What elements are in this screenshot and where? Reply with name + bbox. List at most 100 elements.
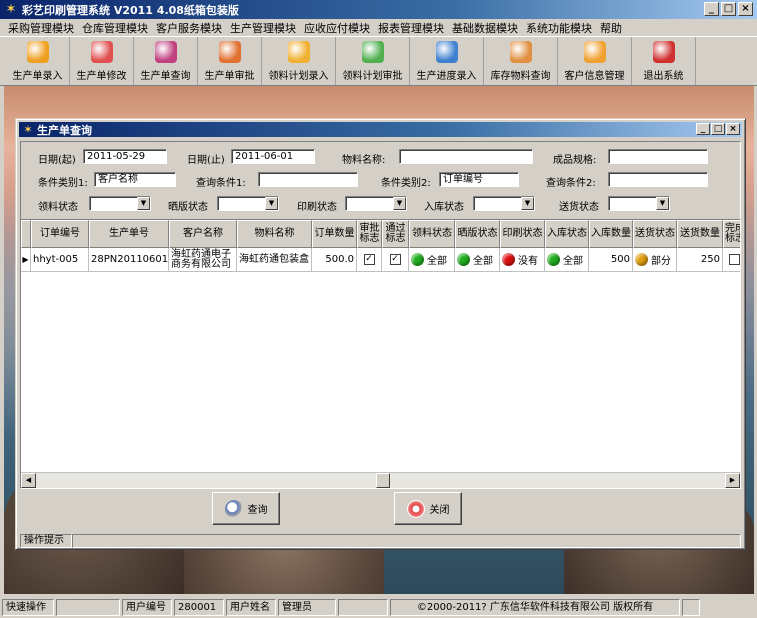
column-header[interactable]: 物料名称	[237, 220, 312, 248]
menu-reports[interactable]: 报表管理模块	[374, 20, 448, 36]
column-header[interactable]: 晒版状态	[455, 220, 500, 248]
table-cell[interactable]: 500	[589, 248, 633, 272]
menu-bar: 采购管理模块 仓库管理模块 客户服务模块 生产管理模块 应收应付模块 报表管理模…	[0, 19, 757, 36]
scroll-right-icon[interactable]: ▶	[725, 473, 740, 488]
material-name-field[interactable]	[399, 149, 533, 164]
dialog-close-button[interactable]: ×	[726, 123, 740, 135]
dropdown-arrow-icon[interactable]: ▼	[393, 197, 406, 210]
menu-help[interactable]: 帮助	[596, 20, 626, 36]
menu-purchase[interactable]: 采购管理模块	[4, 20, 78, 36]
menu-basic-data[interactable]: 基础数据模块	[448, 20, 522, 36]
column-header[interactable]: 印刷状态	[500, 220, 545, 248]
toolbar-button-0[interactable]: 生产单录入	[6, 37, 70, 85]
minimize-button[interactable]: _	[704, 2, 719, 16]
status-cell[interactable]: 部分	[633, 248, 677, 272]
resize-grip-icon[interactable]	[682, 598, 700, 616]
menu-warehouse[interactable]: 仓库管理模块	[78, 20, 152, 36]
maximize-button[interactable]: □	[721, 2, 736, 16]
column-header[interactable]: 客户名称	[169, 220, 237, 248]
cond2-field[interactable]	[608, 172, 708, 187]
status-light-icon	[457, 253, 470, 266]
column-header[interactable]: 订单数量	[312, 220, 357, 248]
toolbar-button-8[interactable]: 客户信息管理	[558, 37, 632, 85]
checkbox[interactable]	[729, 254, 740, 265]
toolbar-button-5[interactable]: 领料计划审批	[336, 37, 410, 85]
toolbar-button-label: 生产单查询	[140, 71, 191, 82]
scroll-thumb[interactable]	[376, 473, 390, 488]
menu-customer-service[interactable]: 客户服务模块	[152, 20, 226, 36]
column-header[interactable]: 领料状态	[409, 220, 455, 248]
toolbar-button-6[interactable]: 生产进度录入	[410, 37, 484, 85]
close-dialog-button[interactable]: 关闭	[394, 492, 462, 525]
table-cell[interactable]: 250	[677, 248, 723, 272]
toolbar-button-4[interactable]: 领料计划录入	[262, 37, 336, 85]
table-cell[interactable]: hhyt-005	[31, 248, 89, 272]
status-bar: 快速操作 用户编号 280001 用户姓名 管理员 ©2000-2011? 广东…	[0, 597, 757, 617]
close-button[interactable]: ×	[738, 2, 753, 16]
column-header[interactable]: 订单编号	[31, 220, 89, 248]
scroll-left-icon[interactable]: ◀	[21, 473, 36, 488]
toolbar-button-9[interactable]: 退出系统	[632, 37, 696, 85]
toolbar-button-label: 退出系统	[643, 71, 684, 82]
toolbar-button-label: 生产进度录入	[416, 71, 477, 82]
cond1-field[interactable]	[258, 172, 358, 187]
column-header[interactable]: 完成标志	[723, 220, 740, 248]
checkbox[interactable]: ✓	[363, 254, 375, 265]
pick-status-select[interactable]: ▼	[89, 196, 151, 211]
column-header[interactable]: 生产单号	[89, 220, 169, 248]
dropdown-arrow-icon[interactable]: ▼	[265, 197, 278, 210]
column-header[interactable]: 通过标志	[382, 220, 409, 248]
checkbox-cell[interactable]: ✓	[382, 248, 409, 272]
date-to-field[interactable]: 2011-06-01	[231, 149, 315, 164]
menu-system[interactable]: 系统功能模块	[522, 20, 596, 36]
toolbar-button-1[interactable]: 生产单修改	[70, 37, 134, 85]
table-cell[interactable]: 海虹药通电子商务有限公司	[169, 248, 237, 272]
menu-production[interactable]: 生产管理模块	[226, 20, 300, 36]
material-plan-icon	[287, 41, 310, 63]
cond2-label: 查询条件2:	[546, 178, 596, 189]
production-order-grid[interactable]: 订单编号 生产单号 客户名称 物料名称 订单数量 审批标志 通过标志 领料状态 晒版状态 印刷状态…	[20, 219, 741, 489]
status-cell[interactable]: 全部	[409, 248, 455, 272]
date-from-field[interactable]: 2011-05-29	[83, 149, 167, 164]
quick-operation-label[interactable]: 快速操作	[2, 598, 54, 616]
checkbox-cell[interactable]	[723, 248, 740, 272]
pick-status-label: 领料状态	[38, 202, 78, 213]
status-cell[interactable]: 全部	[545, 248, 589, 272]
cond-type1-field[interactable]: 客户名称	[94, 172, 176, 187]
search-box-icon	[154, 41, 177, 63]
dialog-maximize-button[interactable]: □	[711, 123, 725, 135]
column-header[interactable]: 审批标志	[357, 220, 382, 248]
dropdown-arrow-icon[interactable]: ▼	[137, 197, 150, 210]
ship-status-select[interactable]: ▼	[608, 196, 670, 211]
toolbar-button-2[interactable]: 生产单查询	[134, 37, 198, 85]
dropdown-arrow-icon[interactable]: ▼	[656, 197, 669, 210]
toolbar-button-3[interactable]: 生产单审批	[198, 37, 262, 85]
grid-header: 订单编号 生产单号 客户名称 物料名称 订单数量 审批标志 通过标志 领料状态 晒版状态 印刷状态…	[21, 220, 740, 248]
dialog-minimize-button[interactable]: _	[696, 123, 710, 135]
query-button[interactable]: 查询	[212, 492, 280, 525]
stockin-status-select[interactable]: ▼	[473, 196, 535, 211]
product-spec-label: 成品规格:	[553, 155, 597, 166]
table-row[interactable]: ▶hhyt-00528PN201106010001海虹药通电子商务有限公司海虹药…	[21, 248, 740, 272]
dialog-title-bar: ✶ 生产单查询 _ □ ×	[19, 122, 742, 137]
table-cell[interactable]: 28PN201106010001	[89, 248, 169, 272]
product-spec-field[interactable]	[608, 149, 708, 164]
checkbox[interactable]: ✓	[389, 254, 401, 265]
checkbox-cell[interactable]: ✓	[357, 248, 382, 272]
cond-type2-field[interactable]: 订单编号	[439, 172, 519, 187]
column-header[interactable]: 送货状态	[633, 220, 677, 248]
plate-status-select[interactable]: ▼	[217, 196, 279, 211]
toolbar: 生产单录入 生产单修改 生产单查询 生产单审批 领料计划录入 领料计划审批 生产进度录入 库存…	[0, 36, 757, 86]
table-cell[interactable]: 500.0	[312, 248, 357, 272]
column-header[interactable]: 入库状态	[545, 220, 589, 248]
print-status-select[interactable]: ▼	[345, 196, 407, 211]
dropdown-arrow-icon[interactable]: ▼	[521, 197, 534, 210]
toolbar-button-7[interactable]: 库存物料查询	[484, 37, 558, 85]
status-cell[interactable]: 没有	[500, 248, 545, 272]
column-header[interactable]: 送货数量	[677, 220, 723, 248]
status-cell[interactable]: 全部	[455, 248, 500, 272]
menu-receivable-payable[interactable]: 应收应付模块	[300, 20, 374, 36]
table-cell[interactable]: 海虹药通包装盒	[237, 248, 312, 272]
column-header[interactable]: 入库数量	[589, 220, 633, 248]
horizontal-scrollbar[interactable]: ◀ ▶	[21, 472, 740, 488]
